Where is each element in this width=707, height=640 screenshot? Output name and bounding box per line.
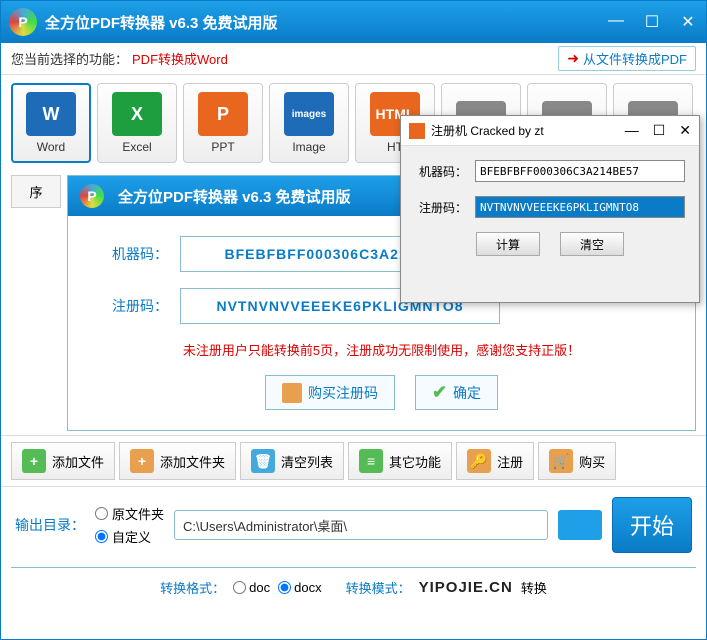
keygen-dialog: 注册机 Cracked by zt — ☐ ✕ 机器码： 注册码： 计算 清空 [400,115,700,303]
shopping-bag-icon [282,383,302,403]
radio-doc[interactable]: doc [233,580,270,595]
app-logo-icon [9,8,37,36]
image-icon: images [284,92,334,136]
keygen-reg-input[interactable] [475,196,685,218]
watermark-text: YIPOJIE.CN [419,579,513,596]
keygen-reg-row: 注册码： [415,196,685,218]
ok-label: 确定 [453,383,481,403]
keygen-machine-input[interactable] [475,160,685,182]
radio-custom-input[interactable] [95,530,108,543]
action-toolbar: + 添加文件 + 添加文件夹 🗑 清空列表 ≡ 其它功能 🔑 注册 🛒 购买 [1,435,706,487]
keygen-close-button[interactable]: ✕ [679,122,691,139]
output-path-field[interactable]: C:\Users\Administrator\桌面\ [174,510,548,540]
radio-docx-input[interactable] [278,581,291,594]
registration-note: 未注册用户只能转换前5页，注册成功无限制使用，感谢您支持正版！ [98,340,665,359]
buy-reg-code-button[interactable]: 购买注册码 [265,375,395,410]
ppt-label: PPT [211,140,234,154]
register-button[interactable]: 🔑 注册 [456,442,534,480]
function-label: 您当前选择的功能： [11,49,128,68]
radio-docx[interactable]: docx [278,580,321,595]
reg-title: 全方位PDF转换器 v6.3 免费试用版 [118,186,351,207]
sequence-header: 序 [11,175,61,208]
clear-list-label: 清空列表 [281,452,333,471]
radio-doc-input[interactable] [233,581,246,594]
current-function: PDF转换成Word [132,49,228,68]
buy-label: 购买注册码 [308,383,378,403]
minimize-button[interactable]: — [606,12,626,32]
folder-plus-icon: + [130,449,154,473]
confirm-button[interactable]: ✔ 确定 [415,375,498,410]
reg-actions: 购买注册码 ✔ 确定 [98,375,665,410]
format-label: 转换格式： [160,578,225,597]
convert-link-label: 从文件转换成PDF [583,49,687,68]
window-controls: — ☐ ✕ [606,12,698,32]
excel-icon: X [112,92,162,136]
format-tab-image[interactable]: images Image [269,83,349,163]
reg-code-label: 注册码： [98,296,168,316]
keygen-titlebar[interactable]: 注册机 Cracked by zt — ☐ ✕ [401,116,699,146]
convert-from-file-link[interactable]: ➜ 从文件转换成PDF [558,46,696,71]
convert-format-group: 转换格式： doc docx [160,578,321,597]
mode-label: 转换模式： [346,578,411,597]
radio-original-folder[interactable]: 原文件夹 [95,504,164,523]
clear-button[interactable]: 清空 [560,232,624,256]
start-button[interactable]: 开始 [612,497,692,553]
keygen-app-icon [409,123,425,139]
buy-label-tb: 购买 [579,452,605,471]
add-file-label: 添加文件 [52,452,104,471]
radio-original-input[interactable] [95,507,108,520]
word-label: Word [37,140,65,154]
output-radio-group: 原文件夹 自定义 [95,504,164,546]
keygen-actions: 计算 清空 [415,232,685,256]
plus-icon: + [22,449,46,473]
output-section: 输出目录： 原文件夹 自定义 C:\Users\Administrator\桌面… [1,487,706,563]
register-label: 注册 [497,452,523,471]
calculate-button[interactable]: 计算 [476,232,540,256]
keygen-body: 机器码： 注册码： 计算 清空 [401,146,699,270]
window-title: 全方位PDF转换器 v6.3 免费试用版 [45,12,606,33]
main-window: 全方位PDF转换器 v6.3 免费试用版 — ☐ ✕ 您当前选择的功能： PDF… [0,0,707,640]
convert-mode-group: 转换模式： YIPOJIE.CN 转换 [346,578,547,597]
format-tab-excel[interactable]: X Excel [97,83,177,163]
keygen-maximize-button[interactable]: ☐ [653,122,666,139]
machine-code-label: 机器码： [98,244,168,264]
mode-suffix: 转换 [521,578,547,597]
radio-custom-folder[interactable]: 自定义 [95,527,164,546]
bottom-bar: 转换格式： doc docx 转换模式： YIPOJIE.CN 转换 [11,567,696,607]
add-folder-label: 添加文件夹 [160,452,225,471]
keygen-machine-row: 机器码： [415,160,685,182]
titlebar: 全方位PDF转换器 v6.3 免费试用版 — ☐ ✕ [1,1,706,43]
cart-icon: 🛒 [549,449,573,473]
format-tab-word[interactable]: W Word [11,83,91,163]
keygen-machine-label: 机器码： [415,163,467,180]
buy-button[interactable]: 🛒 购买 [538,442,616,480]
output-dir-label: 输出目录： [15,515,85,535]
other-functions-button[interactable]: ≡ 其它功能 [348,442,452,480]
arrow-right-icon: ➜ [567,50,579,67]
image-label: Image [292,140,325,154]
format-tab-ppt[interactable]: P PPT [183,83,263,163]
add-folder-button[interactable]: + 添加文件夹 [119,442,236,480]
maximize-button[interactable]: ☐ [642,12,662,32]
ppt-icon: P [198,92,248,136]
list-icon: ≡ [359,449,383,473]
excel-label: Excel [122,140,151,154]
keygen-window-controls: — ☐ ✕ [625,122,691,139]
trash-icon: 🗑 [251,449,275,473]
add-file-button[interactable]: + 添加文件 [11,442,115,480]
browse-folder-button[interactable] [558,510,602,540]
reg-logo-icon [80,184,104,208]
keygen-minimize-button[interactable]: — [625,122,639,139]
function-bar: 您当前选择的功能： PDF转换成Word ➜ 从文件转换成PDF [1,43,706,75]
word-icon: W [26,92,76,136]
key-icon: 🔑 [467,449,491,473]
sequence-column: 序 [11,175,61,431]
keygen-title: 注册机 Cracked by zt [431,122,625,139]
checkmark-icon: ✔ [432,382,447,403]
close-button[interactable]: ✕ [678,12,698,32]
clear-list-button[interactable]: 🗑 清空列表 [240,442,344,480]
keygen-reg-label: 注册码： [415,199,467,216]
other-label: 其它功能 [389,452,441,471]
